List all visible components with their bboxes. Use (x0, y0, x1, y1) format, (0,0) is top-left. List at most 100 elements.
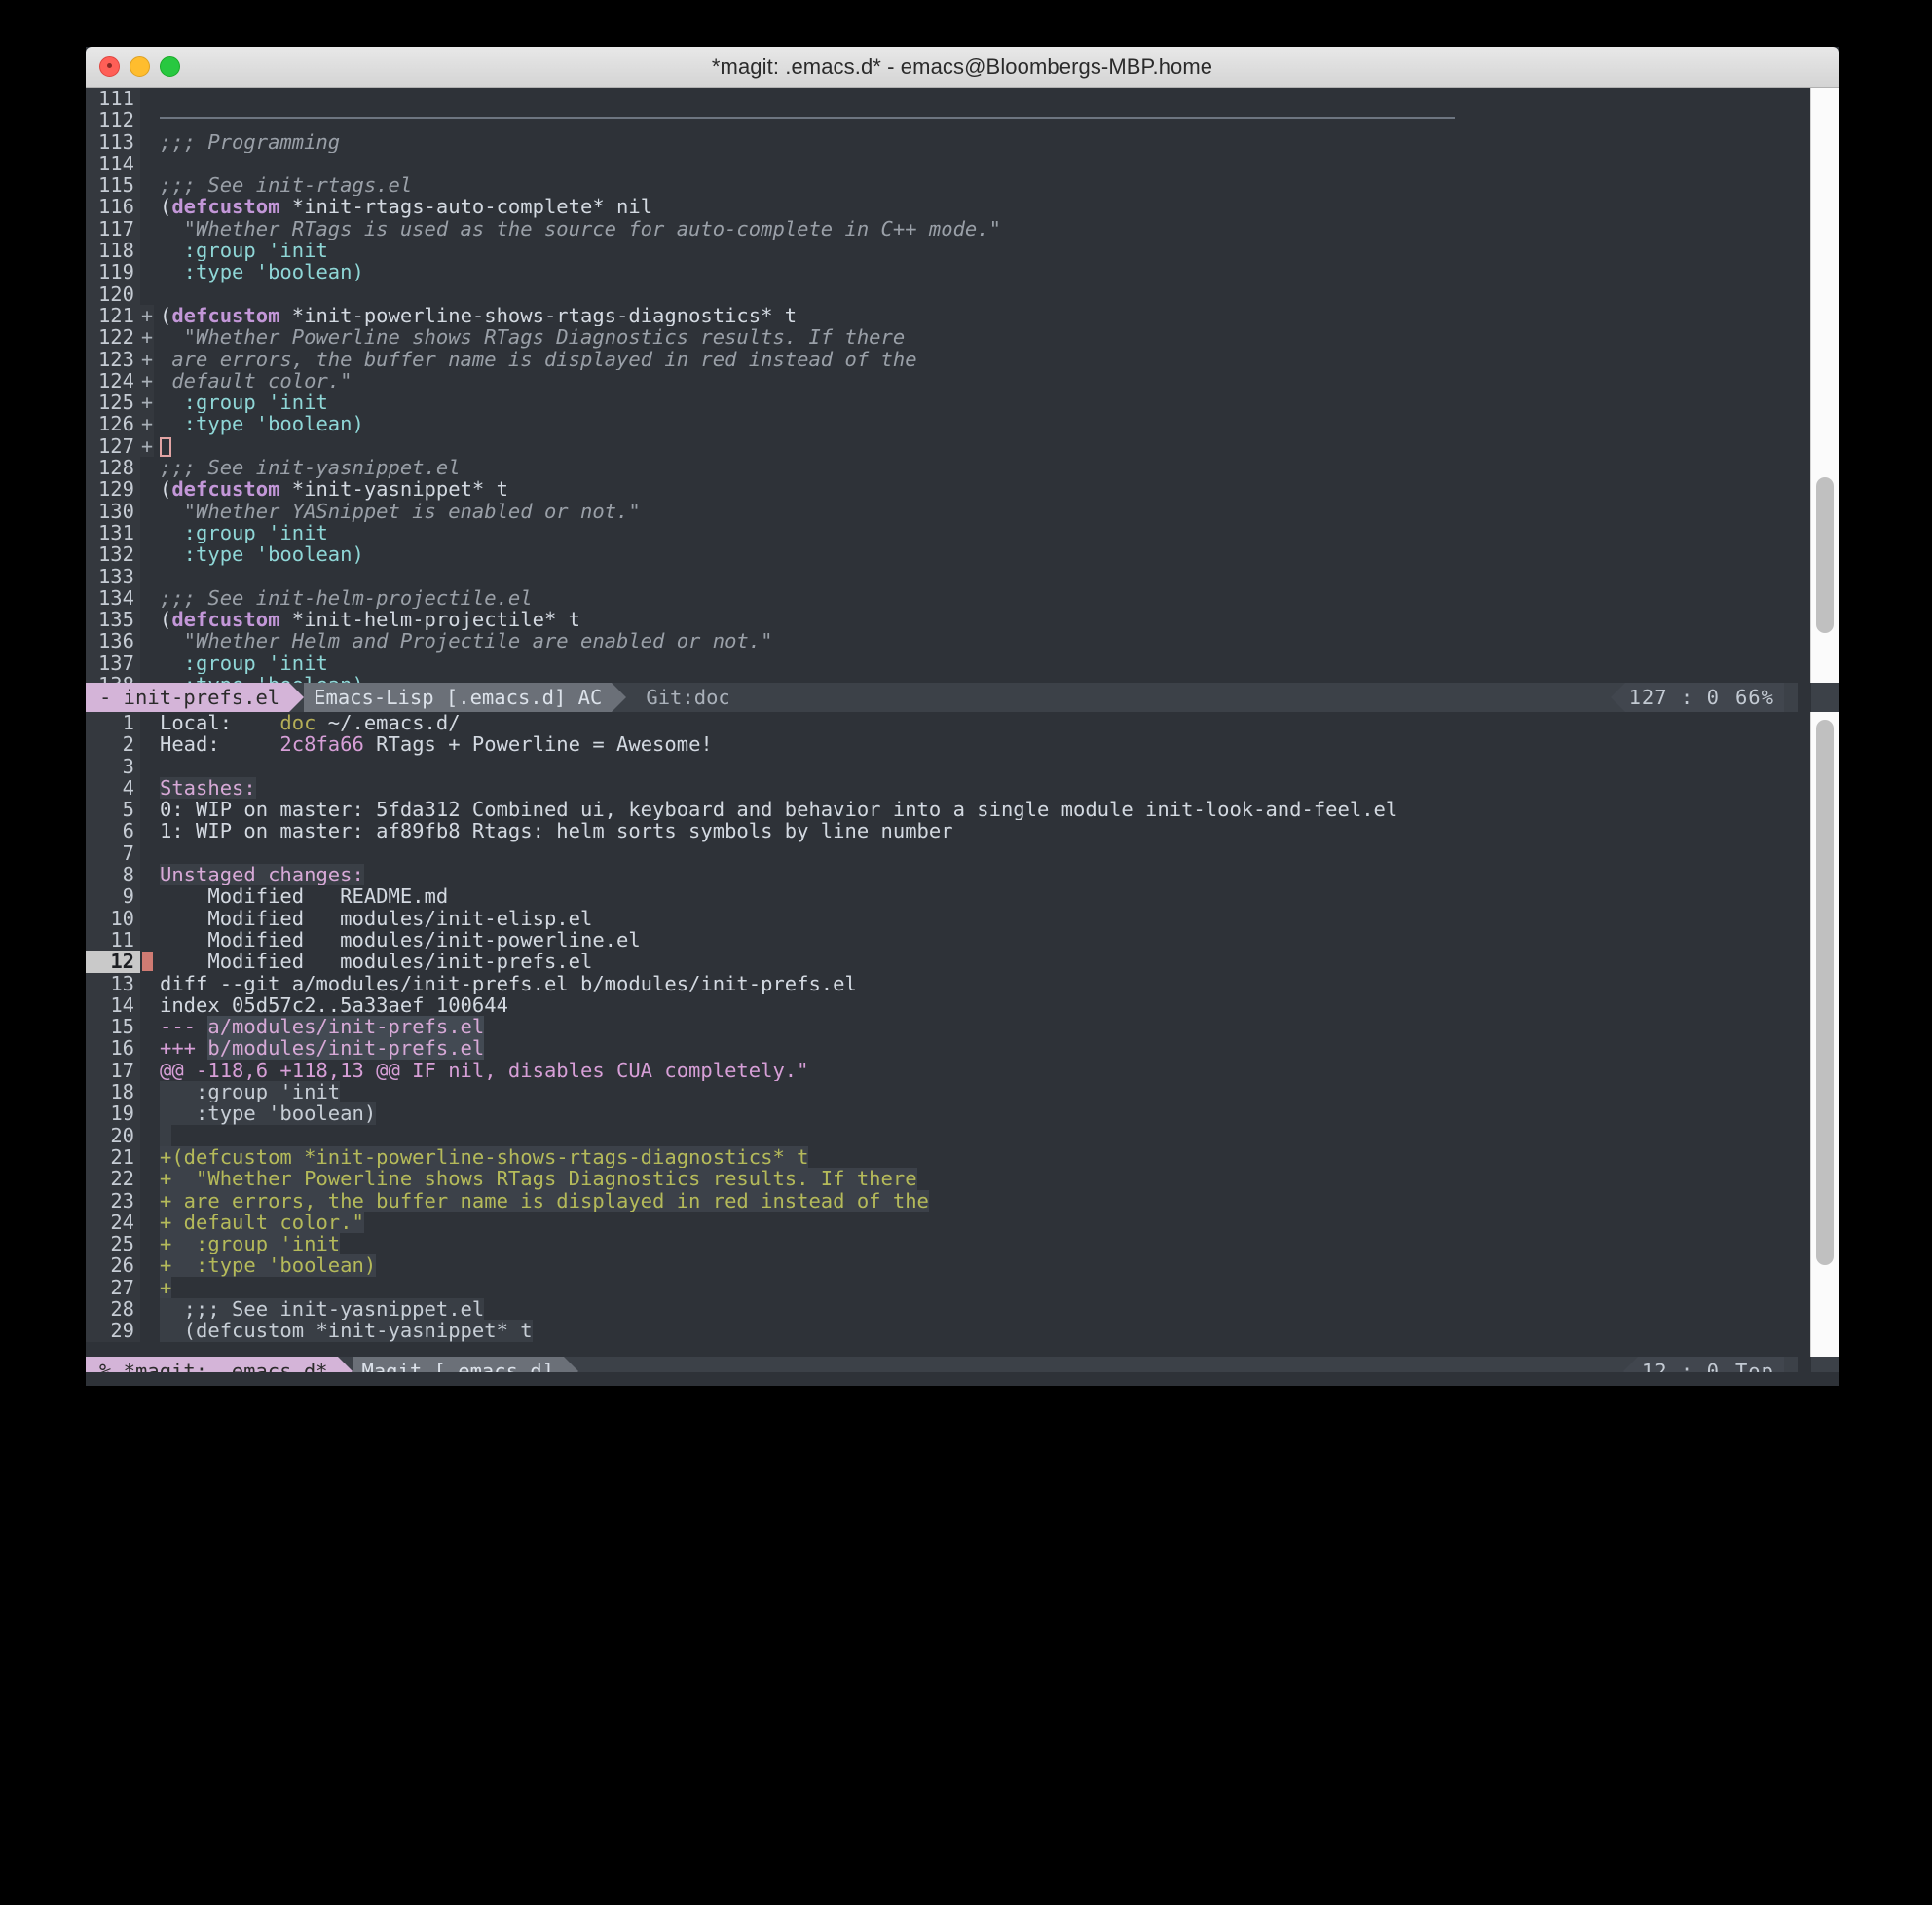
minimize-button[interactable] (130, 56, 150, 77)
code-line[interactable]: 117 "Whether RTags is used as the source… (86, 217, 1839, 241)
magit-line[interactable]: 16 +++ b/modules/init-prefs.el (86, 1037, 1839, 1060)
code-line[interactable]: 122 + "Whether Powerline shows RTags Diag… (86, 326, 1839, 349)
modeline-major-mode[interactable]: Emacs-Lisp [.emacs.d] AC (304, 683, 613, 712)
modeline-buffer-name[interactable]: - init-prefs.el (86, 683, 290, 712)
line-text (154, 435, 1839, 457)
powerline-separator-icon (289, 683, 305, 712)
code-buffer-init-prefs[interactable]: 111 112 113 ;;; Programming 114 115 ;;; See in… (86, 88, 1839, 683)
close-button[interactable] (99, 56, 120, 77)
magit-line[interactable]: 5 0: WIP on master: 5fda312 Combined ui, … (86, 799, 1839, 820)
magit-line[interactable]: 11 Modified modules/init-powerline.el (86, 929, 1839, 951)
code-line[interactable]: 135 (defcustom *init-helm-projectile* t (86, 609, 1839, 630)
magit-line[interactable]: 17 @@ -118,6 +118,13 @@ IF nil, disables … (86, 1059, 1839, 1081)
code-line[interactable]: 129 (defcustom *init-yasnippet* t (86, 478, 1839, 501)
code-line[interactable]: 113 ;;; Programming (86, 131, 1839, 153)
code-line[interactable]: 125 + :group 'init (86, 392, 1839, 413)
code-line[interactable]: 119 :type 'boolean) (86, 261, 1839, 283)
code-line[interactable]: 121 + (defcustom *init-powerline-shows-rta… (86, 305, 1839, 326)
scrollbar-top[interactable] (1810, 88, 1839, 683)
magit-line[interactable]: 19 :type 'boolean) (86, 1102, 1839, 1125)
code-line[interactable]: 115 ;;; See init-rtags.el (86, 174, 1839, 196)
modeline-vc-branch[interactable]: Git:doc (626, 683, 740, 712)
magit-line[interactable]: 24 + default color." (86, 1212, 1839, 1233)
magit-line[interactable]: 18 :group 'init (86, 1081, 1839, 1102)
magit-line[interactable]: 3 (86, 755, 1839, 777)
magit-line[interactable]: 1 Local: doc ~/.emacs.d/ (86, 712, 1839, 733)
magit-line[interactable]: 2 Head: 2c8fa66 RTags + Powerline = Aweso… (86, 733, 1839, 756)
line-text: index 05d57c2..5a33aef 100644 (154, 994, 1839, 1016)
line-text (154, 109, 1839, 131)
magit-line[interactable]: 12 Modified modules/init-prefs.el (86, 951, 1839, 973)
code-line[interactable]: 123 + are errors, the buffer name is disp… (86, 347, 1839, 371)
code-line[interactable]: 137 :group 'init (86, 652, 1839, 674)
line-text: Stashes: (154, 776, 1839, 800)
code-line[interactable]: 132 :type 'boolean) (86, 543, 1839, 566)
line-text: :type 'boolean) (154, 674, 1839, 683)
code-line[interactable]: 138 :type 'boolean) (86, 674, 1839, 683)
magit-line[interactable]: 29 (defcustom *init-yasnippet* t (86, 1320, 1839, 1342)
line-text: :group 'init (154, 392, 1839, 413)
magit-line[interactable]: 10 Modified modules/init-elisp.el (86, 907, 1839, 929)
code-line[interactable]: 128 ;;; See init-yasnippet.el (86, 457, 1839, 478)
token: default color." (160, 369, 353, 392)
scrollbar-bottom[interactable] (1810, 712, 1839, 1357)
code-line[interactable]: 131 :group 'init (86, 522, 1839, 543)
magit-line[interactable]: 23 + are errors, the buffer name is displ… (86, 1189, 1839, 1212)
code-line[interactable]: 116 (defcustom *init-rtags-auto-complete*… (86, 196, 1839, 218)
magit-line[interactable]: 7 (86, 841, 1839, 864)
token: Modified modules/init-powerline.el (160, 928, 641, 952)
line-number: 136 (86, 630, 140, 653)
magit-line[interactable]: 20 (86, 1124, 1839, 1146)
magit-line[interactable]: 9 Modified README.md (86, 885, 1839, 908)
line-text: "Whether Powerline shows RTags Diagnosti… (154, 326, 1839, 348)
magit-line[interactable]: 28 ;;; See init-yasnippet.el (86, 1298, 1839, 1320)
magit-line[interactable]: 25 + :group 'init (86, 1233, 1839, 1254)
line-text: Modified README.md (154, 885, 1839, 907)
line-number: 111 (86, 88, 140, 109)
token: :group 'init (160, 1081, 341, 1103)
line-text (154, 1124, 1839, 1146)
line-number: 11 (86, 929, 140, 951)
line-number: 18 (86, 1081, 140, 1102)
token: "Whether RTags is used as the source for… (160, 217, 1001, 241)
line-text: --- a/modules/init-prefs.el (154, 1016, 1839, 1038)
scrollbar-thumb-top[interactable] (1816, 477, 1834, 633)
magit-line[interactable]: 14 index 05d57c2..5a33aef 100644 (86, 994, 1839, 1016)
magit-line[interactable]: 27 + (86, 1276, 1839, 1298)
token: Modified modules/init-elisp.el (160, 907, 593, 929)
token: :type 'boolean) (160, 1102, 377, 1125)
code-line[interactable]: 134 ;;; See init-helm-projectile.el (86, 587, 1839, 609)
code-line[interactable]: 130 "Whether YASnippet is enabled or not… (86, 500, 1839, 522)
code-line[interactable]: 124 + default color." (86, 370, 1839, 392)
token: RTags + Powerline = Awesome! (363, 733, 713, 756)
magit-status-buffer[interactable]: 1 Local: doc ~/.emacs.d/2 Head: 2c8fa66 RT… (86, 712, 1839, 1357)
magit-line[interactable]: 4 Stashes: (86, 777, 1839, 799)
code-line[interactable]: 136 "Whether Helm and Projectile are ena… (86, 630, 1839, 653)
magit-line[interactable]: 15 --- a/modules/init-prefs.el (86, 1016, 1839, 1037)
line-text: default color." (154, 370, 1839, 392)
token: ( (160, 478, 172, 501)
scrollbar-thumb-bottom[interactable] (1816, 720, 1834, 1265)
magit-line[interactable]: 13 diff --git a/modules/init-prefs.el b/m… (86, 972, 1839, 994)
code-line[interactable]: 114 (86, 153, 1839, 174)
code-line[interactable]: 112 (86, 109, 1839, 131)
code-line[interactable]: 118 :group 'init (86, 240, 1839, 261)
magit-line[interactable]: 26 + :type 'boolean) (86, 1254, 1839, 1277)
line-text: :type 'boolean) (154, 1102, 1839, 1125)
code-line[interactable]: 133 (86, 565, 1839, 587)
line-text: :group 'init (154, 240, 1839, 261)
magit-line[interactable]: 22 + "Whether Powerline shows RTags Diagn… (86, 1168, 1839, 1190)
line-number: 25 (86, 1233, 140, 1254)
code-line[interactable]: 111 (86, 88, 1839, 109)
fringe-added-marker-icon: + (140, 347, 154, 371)
window-titlebar[interactable]: *magit: .emacs.d* - emacs@Bloombergs-MBP… (86, 47, 1839, 88)
code-line[interactable]: 120 (86, 282, 1839, 305)
code-line[interactable]: 126 + :type 'boolean) (86, 413, 1839, 435)
line-text: + :type 'boolean) (154, 1254, 1839, 1277)
code-line[interactable]: 127 + (86, 434, 1839, 457)
magit-line[interactable]: 21 +(defcustom *init-powerline-shows-rtag… (86, 1146, 1839, 1168)
magit-line[interactable]: 6 1: WIP on master: af89fb8 Rtags: helm s… (86, 820, 1839, 842)
line-number: 122 (86, 326, 140, 349)
magit-line[interactable]: 8 Unstaged changes: (86, 864, 1839, 885)
zoom-button[interactable] (160, 56, 180, 77)
